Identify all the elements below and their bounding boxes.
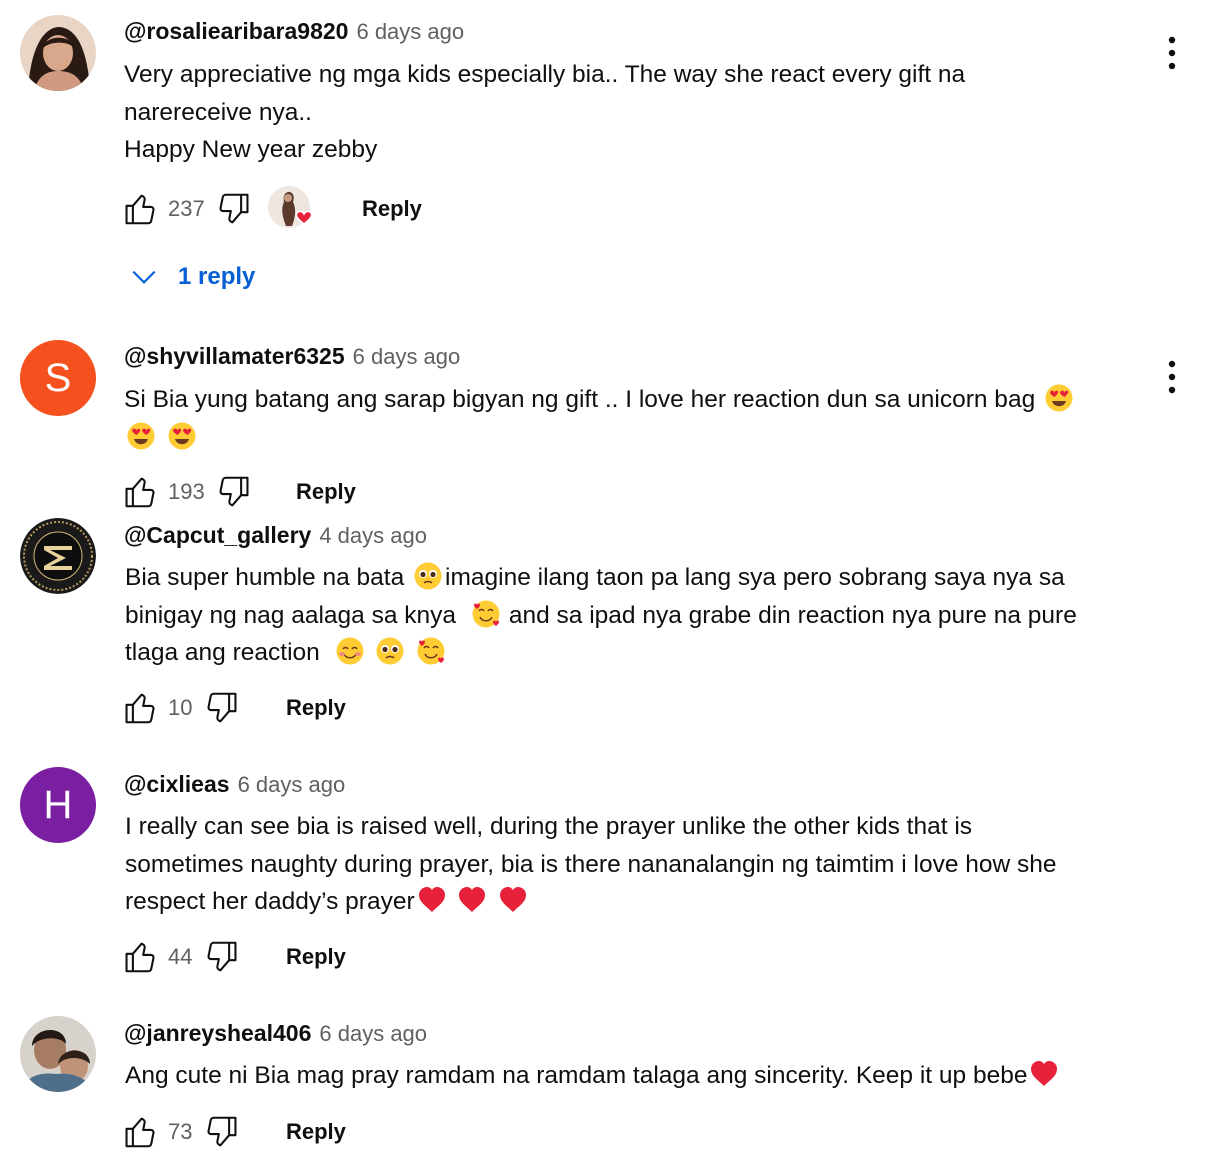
smiling-face-with-hearts-emoji-icon bbox=[471, 599, 501, 629]
avatar[interactable] bbox=[20, 15, 96, 91]
creator-avatar-heart-icon bbox=[268, 186, 313, 228]
comment-text: Ang cute ni Bia mag pray ramdam na ramda… bbox=[125, 1057, 1135, 1095]
reply-button[interactable]: Reply bbox=[286, 944, 346, 970]
avatar[interactable] bbox=[20, 1016, 96, 1092]
reply-button[interactable]: Reply bbox=[362, 196, 422, 222]
replies-count-label: 1 reply bbox=[178, 263, 256, 290]
thumbs-down-icon bbox=[219, 476, 249, 507]
thumbs-up-icon bbox=[125, 693, 155, 724]
comment-text: Very appreciative ng mga kids especially… bbox=[124, 56, 1134, 169]
heart-eyes-emoji-icon bbox=[167, 421, 197, 451]
reply-button[interactable]: Reply bbox=[286, 1119, 346, 1145]
like-button[interactable] bbox=[118, 187, 162, 231]
thumbs-up-icon bbox=[125, 1117, 155, 1148]
creator-heart-badge bbox=[268, 186, 314, 232]
pleading-face-emoji-icon bbox=[413, 561, 443, 591]
like-count: 10 bbox=[168, 695, 193, 720]
smiling-face-with-hearts-emoji-icon bbox=[416, 636, 446, 666]
comment-text-segment: Si Bia yung batang ang sarap bigyan ng g… bbox=[124, 386, 1036, 413]
dislike-button[interactable] bbox=[200, 935, 244, 979]
like-count: 44 bbox=[168, 944, 193, 969]
thumbs-up-icon bbox=[125, 942, 155, 973]
comment-text-line: binigay ng nag aalaga sa knya and sa ipa… bbox=[125, 597, 1135, 635]
comment-text-segment: respect her daddy’s prayer bbox=[125, 888, 415, 915]
like-count: 237 bbox=[168, 196, 205, 221]
comment-text-line: tlaga ang reaction bbox=[125, 634, 1135, 672]
comment-text: Si Bia yung batang ang sarap bigyan ng g… bbox=[124, 381, 1134, 456]
reply-button[interactable]: Reply bbox=[296, 479, 356, 505]
avatar[interactable]: S bbox=[20, 340, 96, 416]
red-heart-emoji-icon bbox=[1029, 1059, 1059, 1089]
comment-timestamp[interactable]: 4 days ago bbox=[319, 523, 427, 549]
like-count: 193 bbox=[168, 479, 205, 504]
dislike-button[interactable] bbox=[200, 1110, 244, 1154]
comment-text-line: I really can see bia is raised well, dur… bbox=[125, 813, 973, 840]
kebab-menu-icon bbox=[1168, 360, 1176, 394]
comment-text-segment: and sa ipad nya grabe din reaction nya p… bbox=[508, 601, 1077, 629]
view-replies-button[interactable]: 1 reply bbox=[128, 255, 255, 299]
kebab-menu-icon bbox=[1168, 36, 1176, 70]
avatar-letter: H bbox=[43, 782, 73, 827]
comment-text-line: Si Bia yung batang ang sarap bigyan ng g… bbox=[124, 381, 1134, 419]
avatar[interactable]: H bbox=[20, 767, 96, 843]
comment-timestamp[interactable]: 6 days ago bbox=[319, 1021, 427, 1047]
thumbs-down-icon bbox=[207, 692, 237, 723]
red-heart-emoji-icon bbox=[457, 885, 487, 915]
like-button[interactable] bbox=[118, 935, 162, 979]
comment-text: I really can see bia is raised well, dur… bbox=[125, 808, 1135, 921]
like-button[interactable] bbox=[118, 470, 162, 514]
thumbs-down-icon bbox=[207, 1116, 237, 1147]
comment-author[interactable]: @cixlieas bbox=[124, 771, 230, 798]
comment-author[interactable]: @Capcut_gallery bbox=[124, 522, 311, 549]
comment-text-segment: tlaga ang reaction bbox=[125, 639, 320, 666]
thumbs-up-icon bbox=[125, 477, 155, 508]
red-heart-emoji-icon bbox=[417, 885, 447, 915]
avatar-photo bbox=[20, 15, 96, 91]
comment-text-line: Ang cute ni Bia mag pray ramdam na ramda… bbox=[125, 1057, 1135, 1095]
thumbs-down-icon bbox=[219, 193, 249, 224]
dislike-button[interactable] bbox=[212, 187, 256, 231]
dislike-button[interactable] bbox=[200, 686, 244, 730]
comment-text-segment: Ang cute ni Bia mag pray ramdam na ramda… bbox=[125, 1062, 1028, 1089]
comment-timestamp[interactable]: 6 days ago bbox=[238, 772, 346, 798]
comment-text-line: Very appreciative ng mga kids especially… bbox=[124, 61, 966, 88]
pleading-face-emoji-icon bbox=[375, 636, 405, 666]
thumbs-up-icon bbox=[125, 194, 155, 225]
avatar[interactable] bbox=[20, 518, 96, 594]
chevron-down-icon bbox=[132, 270, 156, 284]
more-options-button[interactable] bbox=[1156, 31, 1188, 75]
smiling-face-emoji-icon bbox=[335, 636, 365, 666]
thumbs-down-icon bbox=[207, 941, 237, 972]
comment-text-line: Bia super humble na bata imagine ilang t… bbox=[125, 559, 1135, 597]
comment-text-line: Happy New year zebby bbox=[124, 136, 378, 163]
comment-timestamp[interactable]: 6 days ago bbox=[356, 19, 464, 45]
more-options-button[interactable] bbox=[1156, 355, 1188, 399]
comment-author[interactable]: @janreysheal406 bbox=[124, 1020, 311, 1047]
comment-text: Bia super humble na bata imagine ilang t… bbox=[125, 559, 1135, 672]
comment-text-line bbox=[124, 419, 1134, 457]
heart-eyes-emoji-icon bbox=[126, 421, 156, 451]
heart-eyes-emoji-icon bbox=[1044, 383, 1074, 413]
dislike-button[interactable] bbox=[212, 470, 256, 514]
comment-text-line: respect her daddy’s prayer bbox=[125, 883, 1135, 921]
comment-text-line: narereceive nya.. bbox=[124, 98, 312, 126]
comment-text-segment: binigay ng nag aalaga sa knya bbox=[125, 601, 457, 629]
comment-text-segment: imagine ilang taon pa lang sya pero sobr… bbox=[445, 564, 1065, 591]
capcut-logo-icon bbox=[20, 518, 96, 594]
avatar-letter: S bbox=[44, 355, 72, 400]
like-button[interactable] bbox=[118, 1110, 162, 1154]
like-count: 73 bbox=[168, 1119, 193, 1144]
comment-timestamp[interactable]: 6 days ago bbox=[353, 344, 461, 370]
comment-author[interactable]: @rosaliearibara9820 bbox=[124, 18, 348, 45]
comment-author[interactable]: @shyvillamater6325 bbox=[124, 343, 345, 370]
like-button[interactable] bbox=[118, 686, 162, 730]
comment-text-line: sometimes naughty during prayer, bia is … bbox=[125, 850, 1057, 878]
reply-button[interactable]: Reply bbox=[286, 695, 346, 721]
comment-text-segment: Bia super humble na bata bbox=[125, 564, 405, 591]
avatar-photo bbox=[20, 1016, 96, 1092]
red-heart-emoji-icon bbox=[498, 885, 528, 915]
